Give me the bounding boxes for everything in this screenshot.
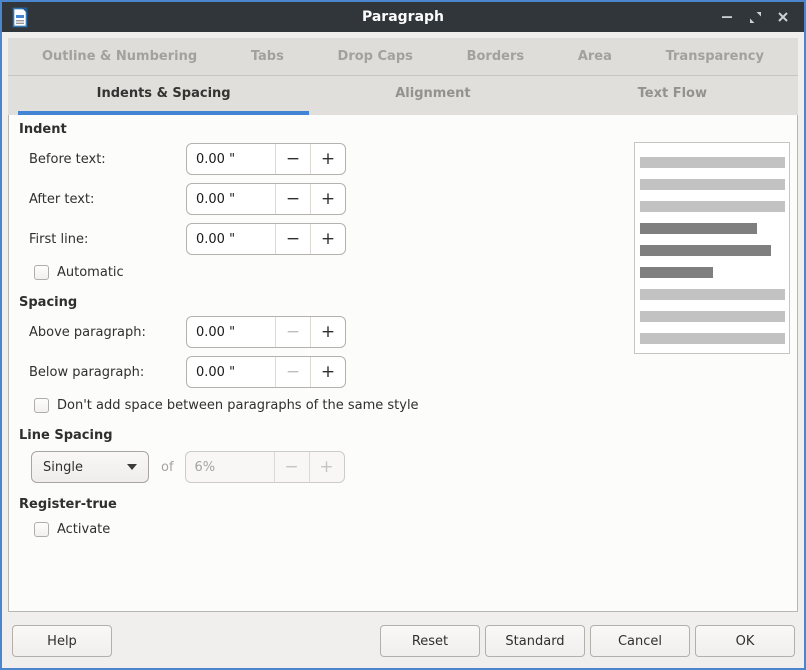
increment-button[interactable]: + [311, 184, 345, 214]
tab-transparency[interactable]: Transparency [666, 49, 764, 64]
paragraph-dialog: Paragraph Outline & Numbering Tabs Dr [0, 0, 806, 670]
decrement-button: − [276, 357, 310, 387]
increment-button[interactable]: + [311, 224, 345, 254]
line-spacing-value-spinner: − + [185, 451, 345, 483]
preview-line [640, 223, 757, 234]
preview-line [640, 267, 713, 278]
indent-section-header: Indent [19, 121, 797, 139]
help-button[interactable]: Help [12, 625, 112, 657]
automatic-label: Automatic [57, 265, 124, 280]
preview-line [640, 157, 785, 168]
before-text-input[interactable] [187, 144, 275, 174]
dont-add-space-checkbox-row: Don't add space between paragraphs of th… [34, 396, 797, 414]
below-paragraph-label: Below paragraph: [29, 365, 186, 380]
first-line-label: First line: [29, 232, 186, 247]
line-spacing-row: Single of − + [31, 451, 797, 483]
activate-label: Activate [57, 522, 110, 537]
tab-borders[interactable]: Borders [467, 49, 525, 64]
increment-button[interactable]: + [311, 144, 345, 174]
window-controls [716, 6, 794, 28]
titlebar: Paragraph [2, 2, 804, 32]
dont-add-space-checkbox[interactable] [34, 398, 49, 413]
before-text-spinner: − + [186, 143, 346, 175]
below-paragraph-row: Below paragraph: − + [29, 356, 797, 388]
window-minimize-icon[interactable] [716, 6, 738, 28]
after-text-input[interactable] [187, 184, 275, 214]
below-paragraph-input[interactable] [187, 357, 275, 387]
of-label: of [161, 460, 174, 475]
increment-button[interactable]: + [311, 317, 345, 347]
dont-add-space-label: Don't add space between paragraphs of th… [57, 398, 419, 413]
below-paragraph-spinner: − + [186, 356, 346, 388]
decrement-button[interactable]: − [276, 184, 310, 214]
chevron-down-icon [127, 464, 137, 470]
tab-area[interactable]: Area [578, 49, 612, 64]
activate-checkbox-row: Activate [34, 520, 797, 538]
preview-pane [634, 142, 790, 354]
preview-line [640, 311, 785, 322]
tab-indents-spacing[interactable]: Indents & Spacing [18, 76, 309, 115]
activate-checkbox[interactable] [34, 522, 49, 537]
line-spacing-selected: Single [43, 460, 127, 475]
after-text-label: After text: [29, 192, 186, 207]
indents-spacing-page: Indent Before text: − + After text: − + [8, 115, 798, 612]
decrement-button: − [276, 317, 310, 347]
window-close-icon[interactable] [772, 6, 794, 28]
before-text-label: Before text: [29, 152, 186, 167]
window-title: Paragraph [2, 9, 804, 25]
above-paragraph-label: Above paragraph: [29, 325, 186, 340]
window-restore-icon[interactable] [744, 6, 766, 28]
preview-line [640, 201, 785, 212]
preview-line [640, 289, 785, 300]
preview-line [640, 179, 785, 190]
writer-document-icon [12, 7, 29, 28]
preview-line [640, 245, 771, 256]
tab-text-flow[interactable]: Text Flow [557, 76, 788, 115]
line-spacing-dropdown[interactable]: Single [31, 451, 149, 483]
line-spacing-value-input [186, 452, 274, 482]
preview-line [640, 333, 785, 344]
after-text-spinner: − + [186, 183, 346, 215]
dialog-footer: Help Reset Standard Cancel OK [2, 612, 804, 668]
tab-strip: Outline & Numbering Tabs Drop Caps Borde… [8, 38, 798, 115]
first-line-input[interactable] [187, 224, 275, 254]
ok-button[interactable]: OK [695, 625, 795, 657]
reset-button[interactable]: Reset [380, 625, 480, 657]
tab-drop-caps[interactable]: Drop Caps [338, 49, 413, 64]
automatic-checkbox[interactable] [34, 265, 49, 280]
decrement-button[interactable]: − [276, 144, 310, 174]
tab-outline-numbering[interactable]: Outline & Numbering [42, 49, 197, 64]
tab-row-primary: Indents & Spacing Alignment Text Flow [8, 76, 798, 115]
line-spacing-section-header: Line Spacing [19, 427, 797, 445]
increment-button: + [310, 452, 344, 482]
tab-row-secondary: Outline & Numbering Tabs Drop Caps Borde… [8, 38, 798, 76]
decrement-button: − [275, 452, 309, 482]
above-paragraph-input[interactable] [187, 317, 275, 347]
tab-tabs[interactable]: Tabs [251, 49, 284, 64]
first-line-spinner: − + [186, 223, 346, 255]
standard-button[interactable]: Standard [485, 625, 585, 657]
register-true-section-header: Register-true [19, 496, 797, 514]
decrement-button[interactable]: − [276, 224, 310, 254]
tab-alignment[interactable]: Alignment [309, 76, 556, 115]
above-paragraph-spinner: − + [186, 316, 346, 348]
cancel-button[interactable]: Cancel [590, 625, 690, 657]
increment-button[interactable]: + [311, 357, 345, 387]
